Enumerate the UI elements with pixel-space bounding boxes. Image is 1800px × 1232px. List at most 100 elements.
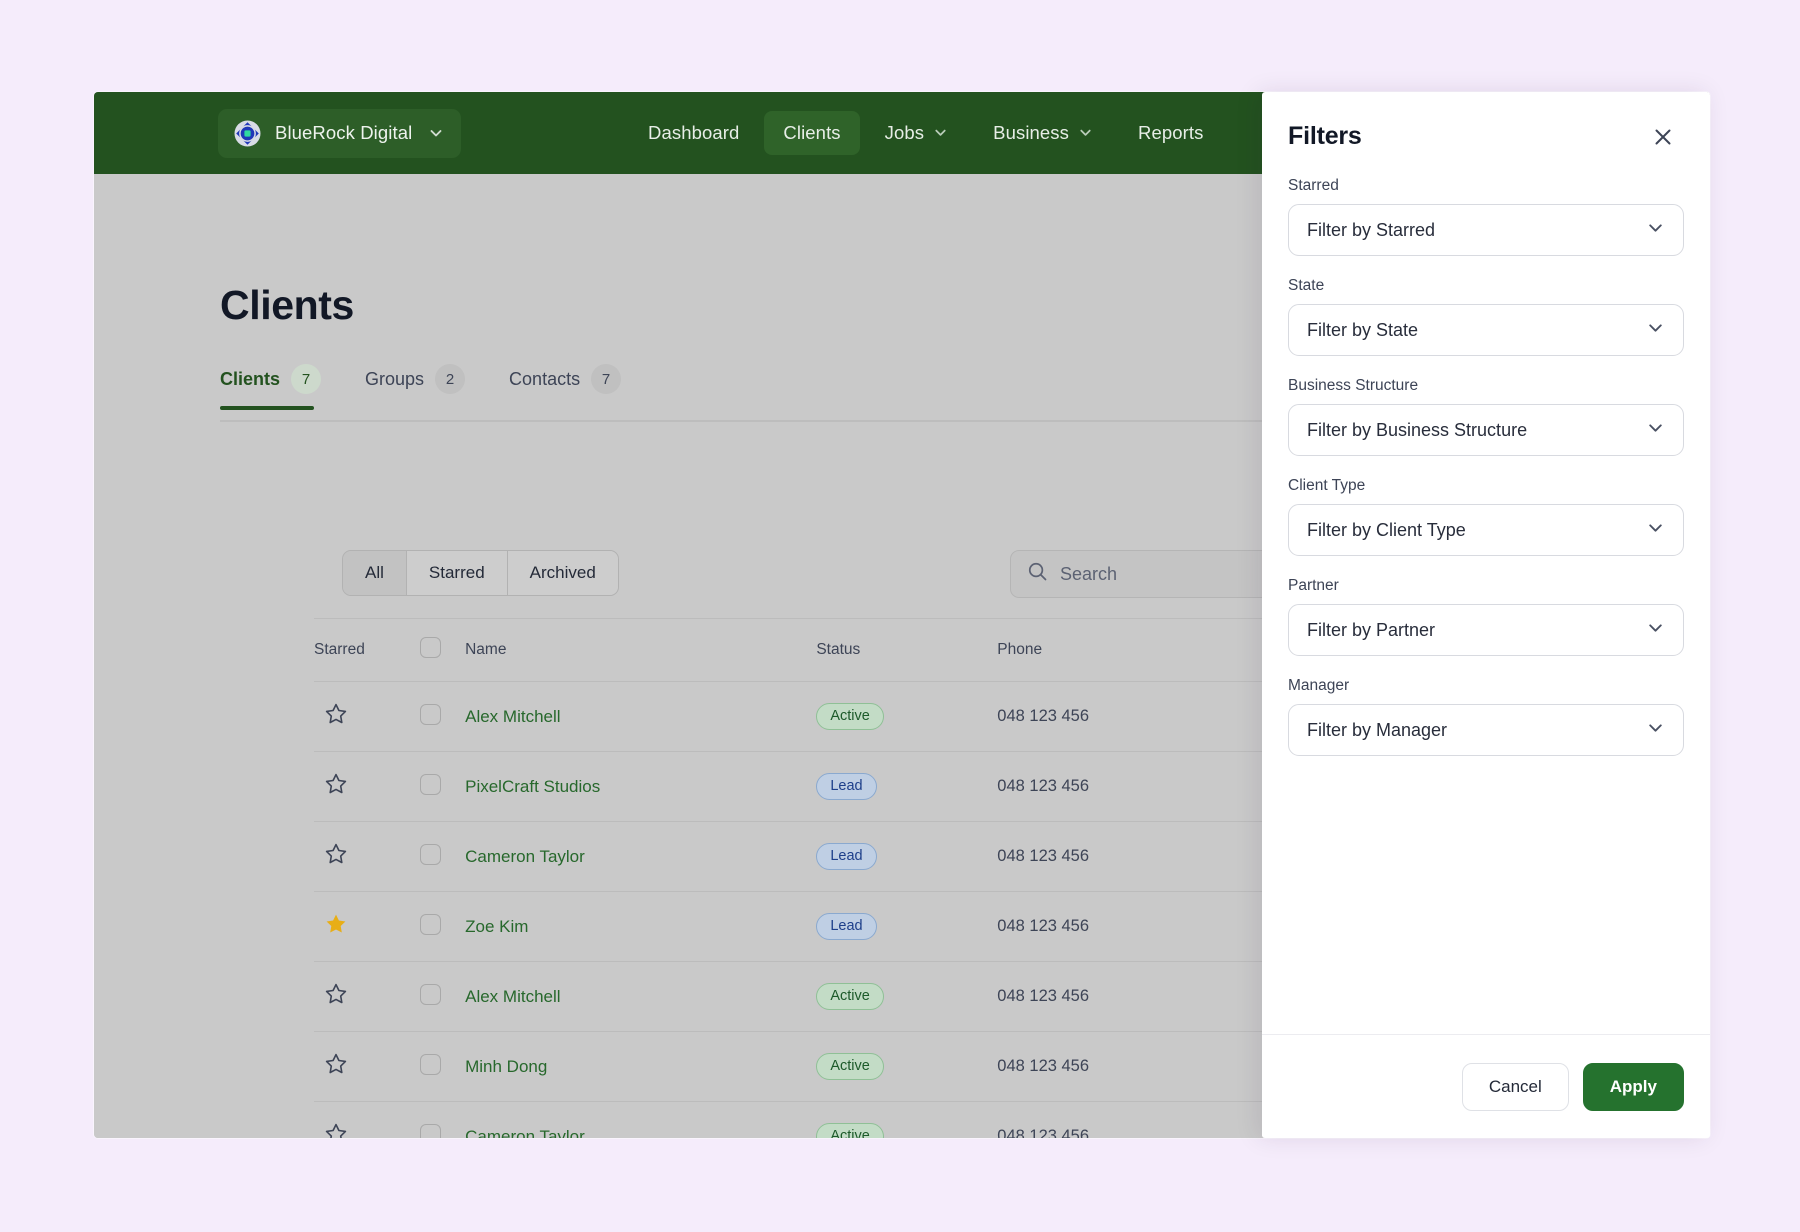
subtab-groups[interactable]: Groups 2: [365, 364, 489, 410]
filter-field-label: Starred: [1288, 177, 1339, 194]
row-select-cell[interactable]: [420, 891, 466, 962]
phone-value: 048 123 456: [997, 847, 1090, 865]
star-icon[interactable]: [324, 843, 348, 870]
chevron-down-icon: [1078, 125, 1094, 141]
filter-field-partner: Partner Filter by Partner: [1288, 577, 1684, 656]
row-checkbox[interactable]: [420, 703, 442, 725]
nav-item-label: Dashboard: [648, 122, 740, 143]
row-checkbox[interactable]: [420, 1123, 442, 1138]
client-name-link[interactable]: Minh Dong: [465, 1057, 547, 1076]
star-icon[interactable]: [324, 1053, 348, 1080]
client-name-link[interactable]: Cameron Taylor: [465, 847, 585, 866]
filter-select-value: Filter by Business Structure: [1307, 419, 1528, 440]
filter-select[interactable]: Filter by State: [1288, 304, 1684, 356]
star-cell[interactable]: [314, 681, 421, 752]
nav-item-business[interactable]: Business: [974, 111, 1113, 155]
status-badge: Active: [816, 1123, 884, 1138]
segment-starred[interactable]: Starred: [406, 551, 508, 595]
status-cell: Active: [816, 681, 998, 752]
chevron-down-icon: [1646, 718, 1665, 742]
filters-panel-title: Filters: [1288, 122, 1362, 150]
client-name-link[interactable]: Alex Mitchell: [465, 987, 560, 1006]
star-cell[interactable]: [314, 821, 421, 892]
star-cell[interactable]: [314, 891, 421, 962]
row-checkbox[interactable]: [420, 1053, 442, 1075]
filter-select-value: Filter by Manager: [1307, 719, 1448, 740]
segment-all[interactable]: All: [343, 551, 407, 595]
filter-select[interactable]: Filter by Partner: [1288, 604, 1684, 656]
apply-button[interactable]: Apply: [1582, 1062, 1684, 1111]
phone-cell: 048 123 456: [997, 891, 1264, 962]
filter-select[interactable]: Filter by Client Type: [1288, 504, 1684, 556]
filter-select[interactable]: Filter by Business Structure: [1288, 404, 1684, 456]
nav-item-reports[interactable]: Reports: [1119, 111, 1222, 155]
star-icon[interactable]: [324, 1123, 348, 1138]
chevron-down-icon: [428, 125, 444, 141]
status-cell: Active: [816, 1101, 998, 1138]
nav-item-clients[interactable]: Clients: [764, 111, 860, 155]
phone-cell: 048 123 456: [997, 821, 1264, 892]
star-cell[interactable]: [314, 751, 421, 822]
star-cell[interactable]: [314, 1101, 421, 1138]
star-icon[interactable]: [324, 703, 348, 730]
phone-value: 048 123 456: [997, 707, 1090, 725]
row-select-cell[interactable]: [420, 681, 466, 752]
star-cell[interactable]: [314, 1031, 421, 1102]
name-cell: Alex Mitchell: [465, 961, 817, 1032]
star-icon[interactable]: [324, 914, 348, 940]
filter-field-state: State Filter by State: [1288, 277, 1684, 356]
active-tab-underline: [220, 406, 314, 410]
filter-select-value: Filter by Client Type: [1307, 519, 1466, 540]
filter-field-client-type: Client Type Filter by Client Type: [1288, 477, 1684, 556]
row-select-cell[interactable]: [420, 961, 466, 1032]
row-select-cell[interactable]: [420, 751, 466, 822]
filter-select[interactable]: Filter by Manager: [1288, 704, 1684, 756]
client-name-link[interactable]: Zoe Kim: [465, 917, 528, 936]
org-switcher[interactable]: BlueRock Digital: [218, 108, 461, 158]
search-input[interactable]: Search: [1060, 564, 1117, 585]
nav-item-dashboard[interactable]: Dashboard: [629, 111, 758, 155]
row-select-cell[interactable]: [420, 1101, 466, 1138]
status-badge: Active: [816, 703, 884, 730]
subtab-label: Groups: [365, 368, 425, 389]
column-header-starred[interactable]: Starred: [314, 618, 421, 682]
close-icon[interactable]: [1650, 124, 1676, 150]
chevron-down-icon: [1646, 618, 1665, 642]
chevron-down-icon: [1646, 318, 1665, 342]
nav-item-jobs[interactable]: Jobs: [866, 111, 968, 155]
star-icon[interactable]: [324, 773, 348, 800]
nav-links: Dashboard Clients Jobs Business Reports: [629, 111, 1223, 155]
subtab-contacts[interactable]: Contacts 7: [509, 364, 645, 410]
client-name-link[interactable]: PixelCraft Studios: [465, 777, 600, 796]
column-header-name[interactable]: Name: [465, 618, 817, 682]
cancel-button[interactable]: Cancel: [1461, 1062, 1569, 1111]
client-name-link[interactable]: Cameron Taylor: [465, 1127, 585, 1139]
column-header-select-all: [420, 618, 466, 682]
row-checkbox[interactable]: [420, 773, 442, 795]
column-header-phone[interactable]: Phone: [997, 618, 1264, 682]
nav-item-label: Jobs: [884, 122, 925, 143]
star-cell[interactable]: [314, 961, 421, 1032]
status-badge: Active: [816, 1053, 884, 1080]
row-checkbox[interactable]: [420, 913, 442, 935]
subtab-label: Clients: [220, 368, 281, 389]
status-cell: Lead: [816, 821, 998, 892]
client-name-link[interactable]: Alex Mitchell: [465, 707, 560, 726]
subtab-count-badge: 7: [591, 364, 622, 394]
phone-cell: 048 123 456: [997, 1031, 1264, 1102]
row-checkbox[interactable]: [420, 843, 442, 865]
org-name: BlueRock Digital: [275, 122, 413, 143]
page-title: Clients: [220, 282, 354, 328]
row-select-cell[interactable]: [420, 1031, 466, 1102]
column-header-status[interactable]: Status: [816, 618, 998, 682]
select-all-checkbox[interactable]: [420, 637, 442, 658]
nav-item-label: Clients: [783, 122, 841, 143]
filter-select[interactable]: Filter by Starred: [1288, 204, 1684, 256]
subtab-clients[interactable]: Clients 7: [220, 364, 345, 410]
segment-archived[interactable]: Archived: [507, 551, 618, 595]
row-select-cell[interactable]: [420, 821, 466, 892]
row-checkbox[interactable]: [420, 983, 442, 1005]
phone-value: 048 123 456: [997, 777, 1090, 795]
star-icon[interactable]: [324, 983, 348, 1010]
filter-field-starred: Starred Filter by Starred: [1288, 177, 1684, 256]
